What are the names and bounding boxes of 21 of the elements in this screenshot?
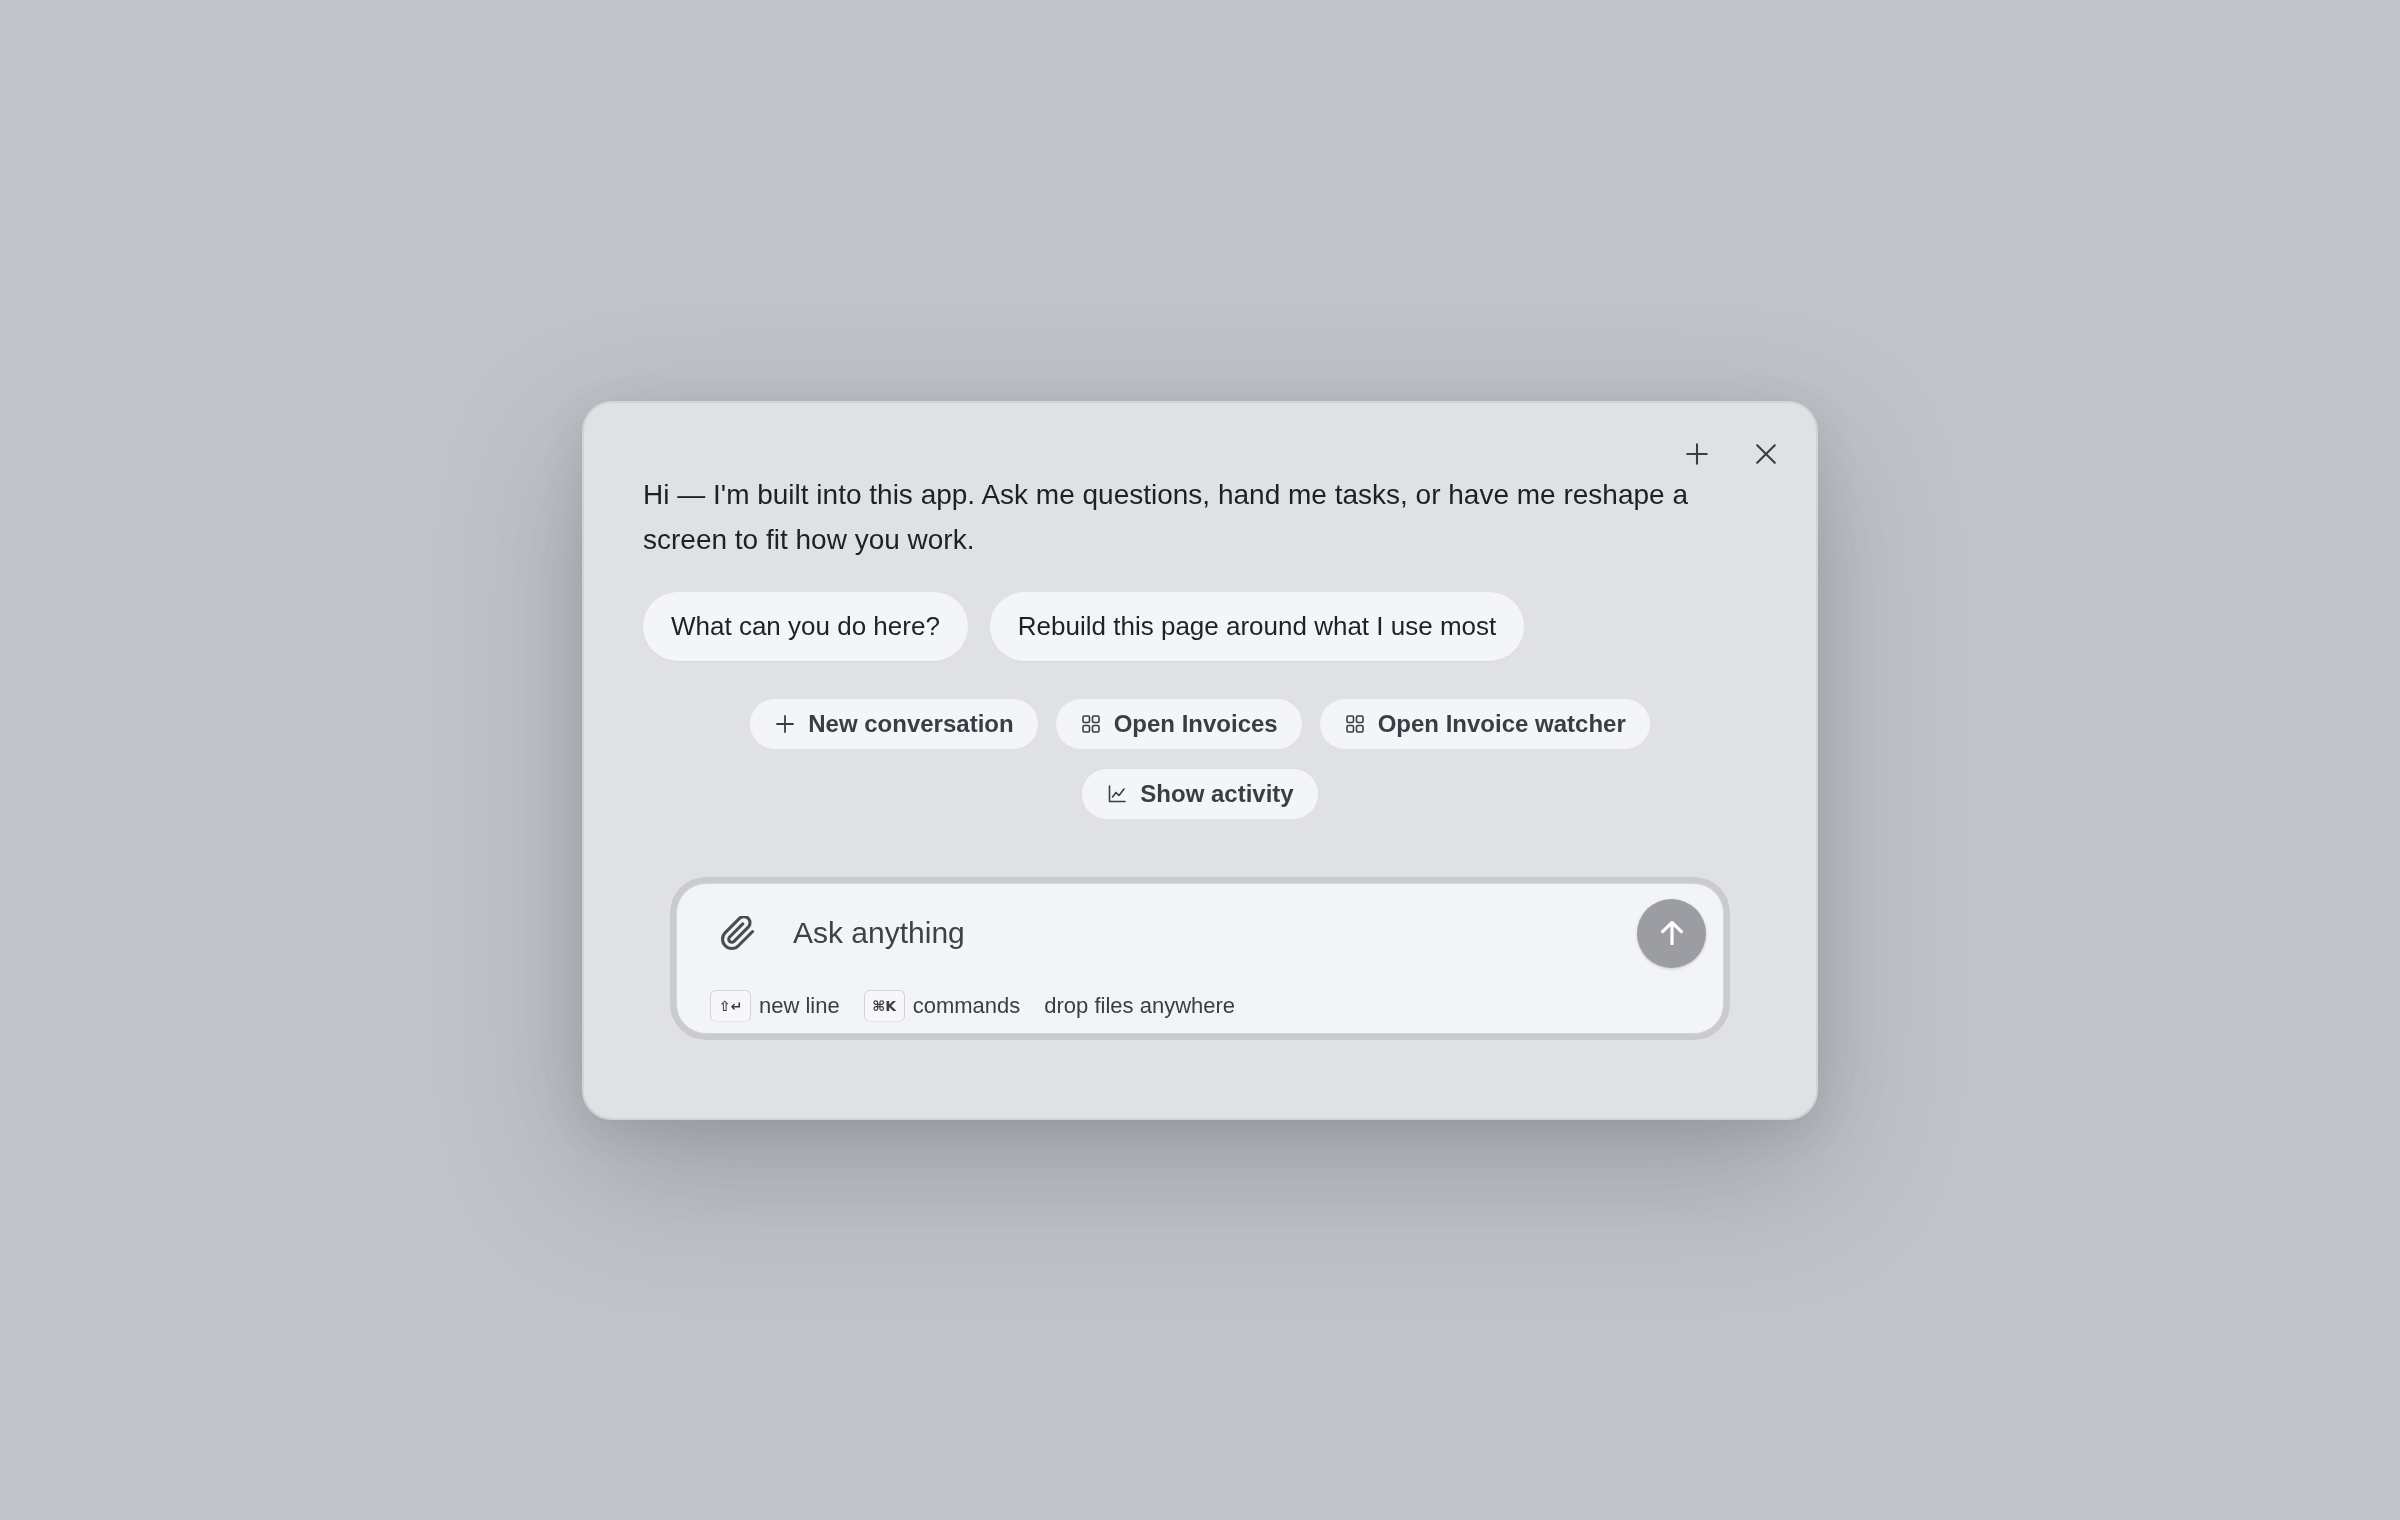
plus-icon xyxy=(776,714,795,733)
close-icon[interactable] xyxy=(1755,442,1777,465)
arrow-up-icon xyxy=(1659,921,1684,945)
intro-text: Hi — I'm built into this app. Ask me questions, hand me tasks, or have me reshape a screen to fit how you work. xyxy=(643,477,1689,557)
shortcut-key: ⌘K xyxy=(863,989,905,1022)
hint-text: new line xyxy=(759,992,840,1019)
shortcut-key: ⇧↵ xyxy=(710,989,751,1022)
plus-icon[interactable] xyxy=(1686,442,1708,465)
hint-text: drop files anywhere xyxy=(1044,992,1236,1019)
paperclip-icon[interactable] xyxy=(721,916,755,950)
suggestion-chip[interactable]: Rebuild this page around what I use most xyxy=(989,591,1525,661)
grid-icon xyxy=(1345,714,1364,733)
action-chip[interactable]: New conversation xyxy=(750,698,1038,749)
action-chip[interactable]: Open Invoice watcher xyxy=(1319,698,1650,749)
action-chip[interactable]: Show activity xyxy=(1082,768,1318,819)
chart-icon xyxy=(1108,784,1127,803)
grid-icon xyxy=(1081,714,1100,733)
message-input[interactable]: Ask anything xyxy=(793,911,1637,955)
action-chip[interactable]: Open Invoices xyxy=(1055,698,1302,749)
hint-text: commands xyxy=(912,992,1021,1019)
suggestion-chip[interactable]: What can you do here? xyxy=(643,591,968,661)
